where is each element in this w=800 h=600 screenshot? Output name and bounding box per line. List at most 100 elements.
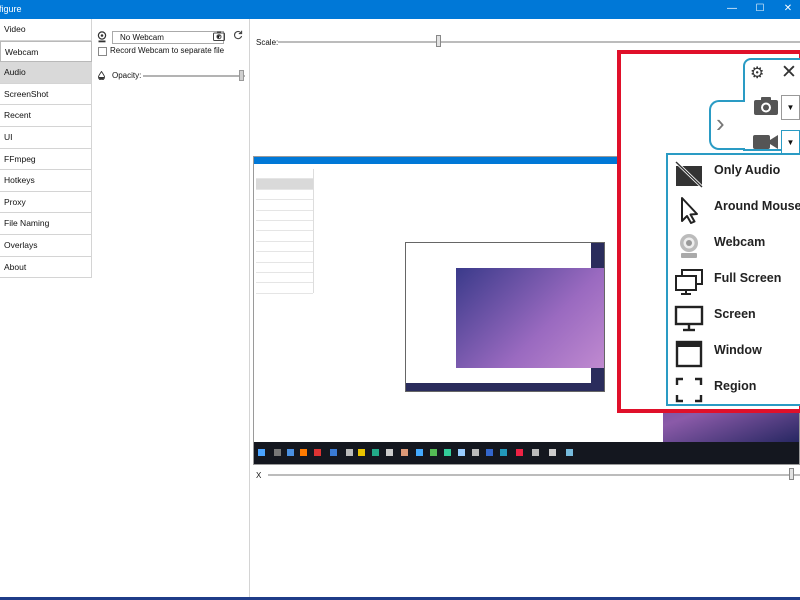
taskbar-app-icon [314,449,321,456]
preview-row [256,169,313,180]
menu-label-only-audio: Only Audio [714,163,781,177]
record-separate-checkbox[interactable] [98,47,107,56]
taskbar-app-icon [500,449,507,456]
x-position-label: X [256,471,262,480]
preview-row [256,211,313,221]
menu-label-around-mouse: Around Mouse [714,199,800,213]
sidebar-item-screenshot[interactable]: ScreenShot [0,83,92,106]
webcam-settings-panel: No Webcam ▾ Record Webcam to separate fi… [92,19,250,600]
monitor-icon [674,305,704,332]
preview-row [256,283,313,294]
sidebar-item-overlays[interactable]: Overlays [0,234,92,257]
preview-sidebar [256,169,314,294]
refresh-devices-button[interactable] [232,30,244,43]
menu-item-around-mouse[interactable]: Around Mouse [668,192,800,228]
preview-row [256,242,313,253]
video-camera-icon[interactable] [752,133,779,151]
sidebar-item-ffmpeg[interactable]: FFmpeg [0,148,92,171]
taskbar-app-icon [472,449,479,456]
taskbar-app-icon [386,449,393,456]
screenshot-mode-dropdown[interactable]: ▼ [781,95,800,120]
preview-app-window [254,164,663,443]
sidebar-item-video[interactable]: Video [0,19,92,41]
opacity-slider-track[interactable] [143,75,245,77]
taskbar-app-icon [444,449,451,456]
preview-row [256,179,313,190]
scale-label: Scale: [256,38,279,47]
taskbar-app-icon [458,449,465,456]
video-mode-dropdown[interactable]: ▼ [781,130,800,155]
x-position-slider-thumb[interactable] [789,468,794,480]
start-icon [258,449,265,456]
webcam-icon [97,31,107,43]
taskbar-app-icon [330,449,337,456]
chevron-right-icon[interactable]: › [716,110,725,136]
menu-label-webcam: Webcam [714,235,766,249]
sidebar-item-webcam[interactable]: Webcam [0,40,92,63]
record-separate-label: Record Webcam to separate file [110,46,225,55]
settings-sidebar: Video Webcam Audio ScreenShot Recent UI … [0,19,92,279]
scale-slider-thumb[interactable] [436,35,441,47]
recorder-collapse-tab[interactable] [709,100,745,150]
preview-row [256,273,313,284]
close-button[interactable]: ✕ [774,0,800,19]
preview-nested-desktop [456,268,604,368]
gear-icon[interactable]: ⚙ [750,63,764,83]
x-position-slider-track[interactable] [268,474,800,476]
webcam-device-select[interactable]: No Webcam ▾ [112,31,224,44]
taskbar-app-icon [566,449,573,456]
taskbar-app-icon [430,449,437,456]
camera-icon[interactable] [753,96,779,116]
taskbar-app-icon [287,449,294,456]
maximize-button[interactable]: ☐ [746,0,774,19]
taskbar-app-icon [532,449,539,456]
region-icon [675,377,703,403]
taskbar-app-icon [516,449,523,456]
webcam-icon [680,234,698,258]
webcam-snapshot-button[interactable] [212,31,226,44]
menu-label-region: Region [714,379,757,393]
menu-item-only-audio[interactable]: Only Audio [668,156,800,192]
preview-row [256,190,313,201]
menu-item-screen[interactable]: Screen [668,300,800,336]
cursor-icon [681,197,698,224]
webcam-device-value: No Webcam [120,33,164,42]
taskbar-app-icon [346,449,353,456]
sidebar-item-ui[interactable]: UI [0,126,92,149]
taskbar-app-icon [274,449,281,456]
taskbar-app-icon [358,449,365,456]
sidebar-item-about[interactable]: About [0,256,92,279]
sidebar-item-hotkeys[interactable]: Hotkeys [0,170,92,192]
refresh-icon [233,30,243,40]
chevron-down-icon: ▼ [786,138,795,147]
close-icon[interactable]: ✕ [781,61,797,84]
menu-label-screen: Screen [714,307,756,321]
menu-item-region[interactable]: Region [668,372,800,408]
preview-row [256,252,313,263]
camera-icon [213,31,225,41]
menu-item-window[interactable]: Window [668,336,800,372]
taskbar-app-icon [549,449,556,456]
minimize-button[interactable]: — [718,0,746,19]
opacity-slider-thumb[interactable] [239,70,244,81]
no-video-icon [674,160,704,188]
sidebar-item-recent[interactable]: Recent [0,105,92,127]
opacity-label: Opacity: [112,71,142,80]
window-title: nfigure [0,4,22,14]
sidebar-item-file-naming[interactable]: File Naming [0,213,92,235]
menu-label-full-screen: Full Screen [714,271,782,285]
taskbar-app-icon [486,449,493,456]
menu-item-webcam[interactable]: Webcam [668,228,800,264]
menu-label-window: Window [714,343,762,357]
taskbar-app-icon [300,449,307,456]
sidebar-item-audio[interactable]: Audio [0,62,92,84]
window-icon [675,340,703,368]
taskbar-app-icon [372,449,379,456]
preview-row [256,231,313,242]
menu-item-full-screen[interactable]: Full Screen [668,264,800,300]
taskbar-app-icon [416,449,423,456]
scale-slider-track[interactable] [278,41,800,43]
taskbar-app-icon [401,449,408,456]
preview-taskbar [254,442,799,464]
sidebar-item-proxy[interactable]: Proxy [0,191,92,214]
